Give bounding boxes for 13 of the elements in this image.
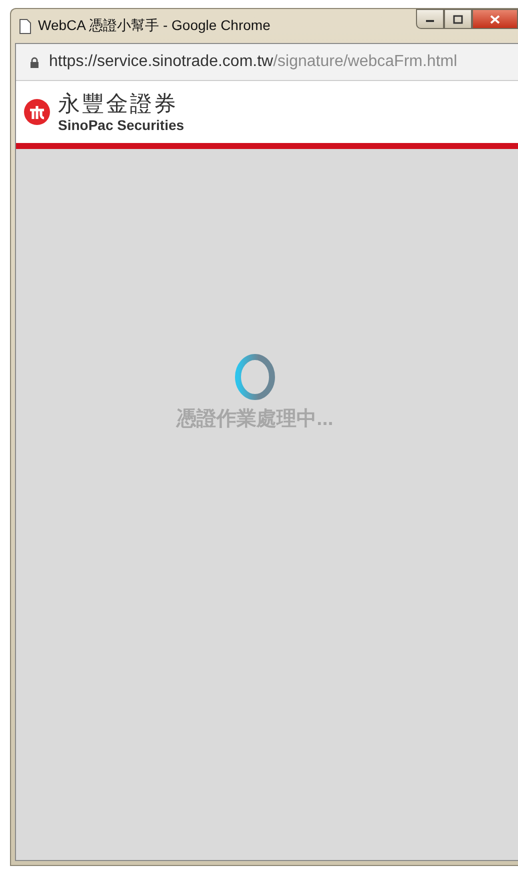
loading-spinner-icon	[234, 353, 276, 401]
url-text: https://service.sinotrade.com.tw/signature/webcaFrm.html	[49, 53, 458, 71]
brand-subtitle: SinoPac Securities	[58, 117, 184, 133]
close-button[interactable]	[472, 9, 518, 29]
maximize-icon	[453, 14, 463, 24]
address-bar[interactable]: https://service.sinotrade.com.tw/signature/webcaFrm.html	[16, 44, 518, 81]
window-title: WebCA 憑證小幫手 - Google Chrome	[38, 17, 270, 35]
logo-icon	[24, 99, 50, 125]
minimize-button[interactable]	[416, 9, 444, 29]
close-icon	[490, 14, 500, 24]
maximize-button[interactable]	[444, 9, 472, 29]
page-icon	[19, 18, 31, 34]
brand-name: 永豐金證券	[58, 91, 179, 117]
